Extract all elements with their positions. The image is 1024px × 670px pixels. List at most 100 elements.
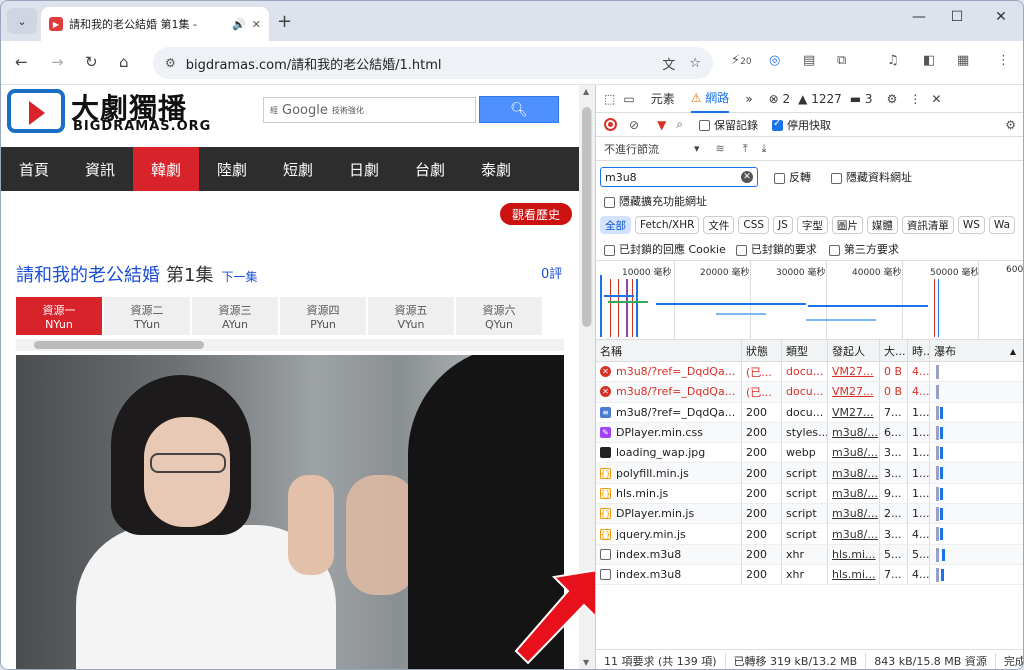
translate-icon[interactable]: 文 [662,54,675,73]
column-type[interactable]: 類型 [782,340,828,362]
type-filter-manifest[interactable]: 資訊清單 [901,216,954,234]
network-overview-timeline[interactable]: 10000 毫秒 20000 毫秒 30000 毫秒 40000 毫秒 5000… [596,260,1023,341]
type-filter-all[interactable]: 全部 [600,216,631,234]
scroll-up-icon[interactable]: ▲ [583,87,589,96]
network-row[interactable]: {} polyfill.min.js 200 script m3u8/... 3... 1.… [596,463,1023,484]
cell-initiator[interactable]: m3u8/... [828,463,880,483]
media-control-icon[interactable]: ♫ [887,53,899,68]
search-button[interactable]: 🔍︎ [479,96,559,123]
hide-data-urls-checkbox[interactable]: 隱藏資料網址 [831,169,912,185]
cell-initiator[interactable]: VM27... [828,402,880,422]
cell-initiator[interactable]: m3u8/... [828,422,880,443]
network-settings-icon[interactable]: ⚙ [1005,118,1016,132]
cell-name[interactable]: index.m3u8 [596,564,742,585]
scroll-thumb[interactable] [34,341,204,349]
network-row[interactable]: index.m3u8 200 xhr hls.mi... 5... 5... [596,544,1023,565]
browser-tab[interactable]: ▶ 請和我的老公結婚 第1集 - 🔊 ✕ [41,7,269,41]
cell-name[interactable]: ≡ m3u8/?ref=_DqdQa... [596,402,742,422]
filter-input[interactable]: m3u8 ✕ [600,167,758,187]
close-devtools-icon[interactable]: ✕ [931,92,941,106]
type-filter-doc[interactable]: 文件 [703,216,735,234]
column-waterfall[interactable]: 瀑布 ▲ [930,340,1023,362]
source-tab-4[interactable]: 資源四 PYun [280,297,366,335]
error-count[interactable]: ⊗ 2 [769,92,791,106]
cell-name[interactable]: index.m3u8 [596,544,742,564]
initiator-link[interactable]: VM27... [832,365,874,378]
devtools-menu-icon[interactable]: ⋮ [909,92,921,106]
new-tab-button[interactable]: + [277,11,292,32]
nav-item-japanese[interactable]: 日劇 [331,147,397,191]
source-tab-1[interactable]: 資源一 NYun [16,297,102,335]
reader-extension-icon[interactable]: ▤ [803,53,815,68]
source-tab-6[interactable]: 資源六 QYun [456,297,542,335]
network-row[interactable]: {} jquery.min.js 200 script m3u8/... 3... 4... [596,524,1023,545]
cell-initiator[interactable]: hls.mi... [828,564,880,585]
network-row[interactable]: ✕ m3u8/?ref=_DqdQa... (已... docu... VM27... 0… [596,362,1023,383]
initiator-link[interactable]: m3u8/... [832,507,878,520]
network-row[interactable]: {} DPlayer.min.js 200 script m3u8/... 2... 1..… [596,504,1023,525]
nav-item-korean[interactable]: 韓劇 [133,147,199,191]
type-filter-css[interactable]: CSS [738,216,770,234]
type-filter-media[interactable]: 媒體 [866,216,898,234]
puzzle-extensions-icon[interactable]: ⧉ [837,53,846,68]
network-row[interactable]: ≡ m3u8/?ref=_DqdQa... 200 docu... VM27... 7..… [596,402,1023,423]
type-filter-img[interactable]: 圖片 [831,216,863,234]
cell-name[interactable]: loading_wap.jpg [596,443,742,463]
tab-search-button[interactable]: ⌄ [7,8,37,34]
profile-avatar-icon[interactable]: ▦ [957,53,969,68]
hide-ext-urls-checkbox[interactable]: 隱藏擴充功能網址 [604,193,707,209]
nav-item-short[interactable]: 短劇 [265,147,331,191]
source-scrollbar[interactable] [16,339,564,351]
export-har-icon[interactable]: ⤓ [762,142,767,156]
side-panel-icon[interactable]: ◧ [923,53,935,68]
warning-count[interactable]: ▲ 1227 [798,92,842,106]
maximize-button[interactable]: ☐ [937,9,977,25]
throttle-dropdown-icon[interactable]: ▾ [694,142,700,155]
initiator-link[interactable]: VM27... [832,385,874,398]
initiator-link[interactable]: m3u8/... [832,487,878,500]
column-status[interactable]: 狀態 [742,340,782,362]
settings-gear-icon[interactable]: ⚙ [887,92,898,106]
clear-icon[interactable]: ⊘ [629,118,639,132]
google-search-input[interactable]: 經 Google 技術強化 [263,97,476,123]
home-button[interactable]: ⌂ [119,53,129,71]
cell-initiator[interactable]: VM27... [828,382,880,402]
history-button[interactable]: 觀看歷史 [500,203,572,225]
filter-funnel-icon[interactable]: ▼ [657,118,666,132]
device-toolbar-icon[interactable]: ▭ [623,92,634,106]
initiator-link[interactable]: hls.mi... [832,548,876,561]
blocked-cookies-checkbox[interactable]: 已封鎖的回應 Cookie [604,241,726,257]
issues-count[interactable]: ▬ 3 [850,92,873,106]
disable-cache-checkbox[interactable]: 停用快取 [772,117,831,133]
reload-button[interactable]: ↻ [85,53,98,71]
bookmark-star-icon[interactable]: ☆ [689,56,701,71]
cell-initiator[interactable]: m3u8/... [828,524,880,544]
nav-item-taiwan[interactable]: 台劇 [397,147,463,191]
next-episode-link[interactable]: 下一集 [221,270,257,284]
back-button[interactable]: ← [15,53,28,71]
menu-kebab-icon[interactable]: ⋮ [997,53,1010,68]
network-row[interactable]: index.m3u8 200 xhr hls.mi... 7... 4... [596,564,1023,586]
cell-initiator[interactable]: VM27... [828,362,880,382]
initiator-link[interactable]: m3u8/... [832,446,878,459]
page-scroll-thumb[interactable] [582,107,592,327]
extension-icon[interactable]: ⚡20 [731,53,752,68]
close-window-button[interactable]: ✕ [981,9,1021,25]
initiator-link[interactable]: m3u8/... [832,426,878,439]
clear-filter-icon[interactable]: ✕ [741,171,753,183]
type-filter-wasm[interactable]: Wa [988,216,1016,234]
minimize-button[interactable]: — [899,9,939,25]
tab-network[interactable]: ⚠ 網路 [690,85,730,113]
nav-item-mainland[interactable]: 陸劇 [199,147,265,191]
import-har-icon[interactable]: ⤒ [743,142,748,156]
audio-icon[interactable]: 🔊 [232,18,246,31]
network-row[interactable]: loading_wap.jpg 200 webp m3u8/... 3... 1... [596,443,1023,464]
type-filter-font[interactable]: 字型 [796,216,828,234]
cell-initiator[interactable]: m3u8/... [828,443,880,463]
type-filter-ws[interactable]: WS [957,216,985,234]
source-tab-2[interactable]: 資源二 TYun [104,297,190,335]
address-bar[interactable]: ⚙ bigdramas.com/請和我的老公結婚/1.html 文 ☆ [153,47,713,79]
nav-item-home[interactable]: 首頁 [1,147,67,191]
more-tabs-button[interactable]: » [745,92,752,106]
column-initiator[interactable]: 發起人 [828,340,880,362]
